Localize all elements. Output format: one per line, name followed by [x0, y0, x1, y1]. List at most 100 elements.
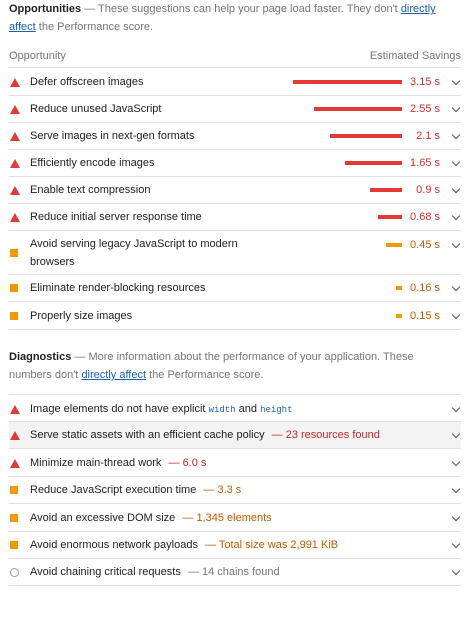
diagnostic-detail-value: 3.3 s	[217, 484, 242, 496]
diagnostics-dash: —	[74, 351, 86, 363]
chevron-down-icon[interactable]	[451, 484, 461, 494]
chevron-down-icon[interactable]	[451, 566, 461, 576]
savings-bar	[345, 161, 402, 165]
opportunity-label: Enable text compression	[30, 184, 151, 196]
opportunity-row-legacy-javascript[interactable]: Avoid serving legacy JavaScript to moder…	[9, 231, 461, 275]
diagnostic-row-main-thread-work[interactable]: Minimize main-thread work — 6.0 s	[9, 449, 461, 477]
average-square-icon	[10, 486, 18, 494]
savings-value: 0.45 s	[410, 239, 440, 251]
diagnostic-detail-value: 1,345 elements	[196, 512, 272, 524]
diagnostic-label: Image elements do not have explicit widt…	[30, 400, 292, 419]
diagnostics-description: More information about the performance o…	[88, 351, 414, 363]
savings-value: 3.15 s	[410, 76, 440, 88]
opportunity-label: Reduce unused JavaScript	[30, 103, 162, 115]
chevron-down-icon[interactable]	[451, 130, 461, 140]
diagnostics-description-line2: numbers don't	[9, 369, 79, 381]
chevron-down-icon[interactable]	[451, 157, 461, 167]
chevron-down-icon[interactable]	[451, 310, 461, 320]
diagnostic-label: Avoid chaining critical requests — 14 ch…	[30, 563, 280, 581]
opportunity-label: Properly size images	[30, 310, 133, 322]
opportunity-row-reduce-unused-javascript[interactable]: Reduce unused JavaScript 2.55 s	[9, 96, 461, 123]
diagnostic-label-text: Reduce JavaScript execution time	[30, 484, 197, 496]
column-opportunity: Opportunity	[9, 50, 66, 62]
opportunity-row-properly-size-images[interactable]: Properly size images 0.15 s	[9, 302, 461, 330]
opportunities-table-header: Opportunity Estimated Savings	[9, 46, 461, 68]
fail-triangle-icon	[10, 78, 20, 87]
opportunity-label: Efficiently encode images	[30, 157, 155, 169]
savings-value: 0.15 s	[410, 310, 440, 322]
column-estimated-savings: Estimated Savings	[369, 50, 461, 62]
diagnostic-label-text: Avoid chaining critical requests	[30, 566, 181, 578]
fail-triangle-icon	[10, 405, 20, 414]
opportunity-label: Serve images in next-gen formats	[30, 130, 195, 142]
fail-triangle-icon	[10, 186, 20, 195]
opportunity-label: Defer offscreen images	[30, 76, 144, 88]
diagnostic-detail: — 6.0 s	[168, 457, 207, 469]
savings-bar	[396, 286, 402, 290]
diagnostic-row-dom-size[interactable]: Avoid an excessive DOM size — 1,345 elem…	[9, 504, 461, 532]
opportunity-label-line1: Avoid serving legacy JavaScript to moder…	[30, 238, 238, 250]
savings-bar	[396, 314, 402, 318]
fail-triangle-icon	[10, 213, 20, 222]
opportunity-row-server-response-time[interactable]: Reduce initial server response time 0.68…	[9, 204, 461, 231]
diagnostic-row-image-dimensions[interactable]: Image elements do not have explicit widt…	[9, 394, 461, 422]
chevron-down-icon[interactable]	[451, 103, 461, 113]
diagnostic-row-js-execution-time[interactable]: Reduce JavaScript execution time — 3.3 s	[9, 477, 461, 504]
chevron-down-icon[interactable]	[451, 403, 461, 413]
diagnostic-label-text: Serve static assets with an efficient ca…	[30, 429, 265, 441]
savings-value: 0.9 s	[416, 184, 440, 196]
chevron-down-icon[interactable]	[451, 184, 461, 194]
diagnostic-label: Reduce JavaScript execution time — 3.3 s	[30, 481, 241, 499]
chevron-down-icon[interactable]	[451, 457, 461, 467]
fail-triangle-icon	[10, 459, 20, 468]
average-square-icon	[10, 541, 18, 549]
fail-triangle-icon	[10, 431, 20, 440]
diagnostic-row-critical-request-chains[interactable]: Avoid chaining critical requests — 14 ch…	[9, 559, 461, 586]
diagnostic-label-text: Minimize main-thread work	[30, 457, 162, 469]
diagnostic-detail: — 23 resources found	[271, 429, 380, 441]
savings-value: 2.55 s	[410, 103, 440, 115]
opportunity-label: Reduce initial server response time	[30, 211, 202, 223]
diagnostic-label: Avoid enormous network payloads — Total …	[30, 536, 338, 554]
chevron-down-icon[interactable]	[451, 76, 461, 86]
informative-circle-icon	[10, 568, 19, 577]
opportunity-row-enable-text-compression[interactable]: Enable text compression 0.9 s	[9, 177, 461, 204]
average-square-icon	[10, 284, 18, 292]
fail-triangle-icon	[10, 159, 20, 168]
diagnostic-detail-value: 6.0 s	[182, 457, 207, 469]
savings-value: 2.1 s	[416, 130, 440, 142]
chevron-down-icon[interactable]	[451, 429, 461, 439]
fail-triangle-icon	[10, 132, 20, 141]
opportunity-row-render-blocking-resources[interactable]: Eliminate render-blocking resources 0.16…	[9, 275, 461, 302]
chevron-down-icon[interactable]	[451, 539, 461, 549]
chevron-down-icon[interactable]	[451, 239, 461, 249]
diagnostic-label: Serve static assets with an efficient ca…	[30, 426, 380, 444]
average-square-icon	[10, 312, 18, 320]
diagnostic-detail-value: 14 chains found	[201, 566, 280, 578]
opportunities-description: These suggestions can help your page loa…	[98, 3, 398, 15]
diagnostic-detail: — 14 chains found	[187, 566, 280, 578]
diagnostics-directly-affect-link[interactable]: directly affect	[81, 369, 146, 381]
diagnostic-detail: — Total size was 2,991 KiB	[205, 539, 339, 551]
opportunity-label: Eliminate render-blocking resources	[30, 282, 206, 294]
savings-bar	[293, 80, 402, 84]
opportunity-row-efficiently-encode-images[interactable]: Efficiently encode images 1.65 s	[9, 150, 461, 177]
opportunity-label-line2: browsers	[30, 256, 75, 268]
diagnostic-detail: — 3.3 s	[203, 484, 242, 496]
diagnostic-label-text: Avoid an excessive DOM size	[30, 512, 176, 524]
opportunity-row-defer-offscreen-images[interactable]: Defer offscreen images 3.15 s	[9, 69, 461, 96]
average-square-icon	[10, 514, 18, 522]
chevron-down-icon[interactable]	[451, 282, 461, 292]
chevron-down-icon[interactable]	[451, 512, 461, 522]
chevron-down-icon[interactable]	[451, 211, 461, 221]
diagnostic-label-text: Image elements do not have explicit	[30, 403, 206, 415]
diagnostic-row-network-payloads[interactable]: Avoid enormous network payloads — Total …	[9, 532, 461, 559]
diagnostic-row-cache-policy[interactable]: Serve static assets with an efficient ca…	[9, 422, 461, 449]
average-square-icon	[10, 249, 18, 257]
opportunity-row-next-gen-formats[interactable]: Serve images in next-gen formats 2.1 s	[9, 123, 461, 150]
diagnostic-detail-value: 23 resources found	[285, 429, 380, 441]
diagnostic-label: Avoid an excessive DOM size — 1,345 elem…	[30, 509, 272, 527]
savings-value: 0.68 s	[410, 211, 440, 223]
opportunities-title: Opportunities	[9, 3, 82, 15]
opportunities-header: Opportunities — These suggestions can he…	[9, 0, 461, 36]
